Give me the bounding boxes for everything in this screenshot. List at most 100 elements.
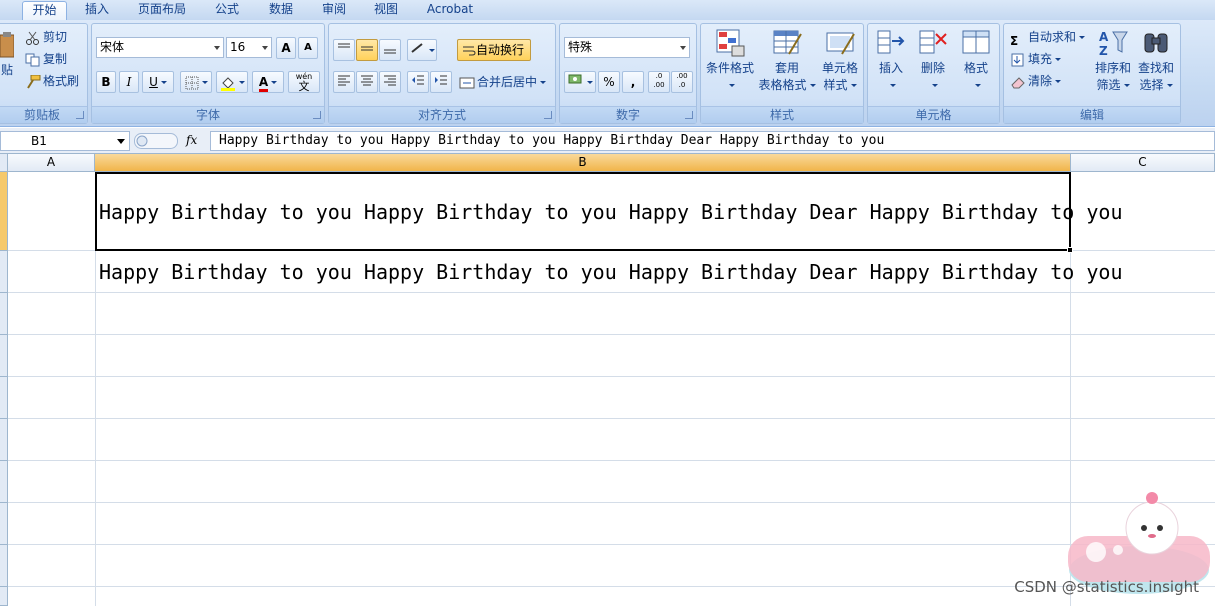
alignment-launcher-icon[interactable]: [544, 111, 552, 119]
name-box[interactable]: B1: [0, 131, 130, 151]
font-launcher-icon[interactable]: [313, 111, 321, 119]
tab-acrobat[interactable]: Acrobat: [418, 1, 482, 20]
row-header-8[interactable]: [0, 503, 8, 545]
chevron-down-icon: [428, 49, 435, 52]
row-header-1[interactable]: [0, 172, 8, 251]
copy-button[interactable]: 复制: [25, 49, 67, 69]
gridline: [8, 376, 1215, 377]
align-right-icon: [384, 75, 396, 86]
sort-filter-button[interactable]: AZ 排序和 筛选: [1092, 28, 1134, 94]
grow-font-label: A: [281, 41, 291, 55]
tab-page-layout[interactable]: 页面布局: [128, 1, 196, 20]
align-right-button[interactable]: [379, 71, 401, 93]
cell-styles-button[interactable]: 单元格 样式: [817, 28, 863, 94]
cell-styles-label-2: 样式: [823, 78, 848, 92]
row-header-9[interactable]: [0, 545, 8, 587]
select-all-corner[interactable]: [0, 154, 8, 172]
tab-home[interactable]: 开始: [22, 1, 67, 20]
paintbrush-icon: [27, 74, 41, 89]
font-color-label: A: [258, 76, 269, 92]
shrink-font-button[interactable]: A: [298, 37, 318, 59]
conditional-formatting-button[interactable]: 条件格式: [703, 28, 757, 94]
align-top-button[interactable]: [333, 39, 355, 61]
chevron-down-icon: [117, 139, 125, 144]
font-color-button[interactable]: A: [252, 71, 284, 93]
currency-button[interactable]: [564, 71, 596, 93]
formula-bar: B1 fx Happy Birthday to you Happy Birthd…: [0, 128, 1215, 154]
increase-decimal-label: .0 .00: [653, 72, 665, 89]
percent-label: %: [603, 75, 615, 89]
grow-font-button[interactable]: A: [276, 37, 296, 59]
percent-button[interactable]: %: [598, 71, 620, 93]
delete-cells-button[interactable]: 删除: [914, 28, 952, 94]
row-header-10[interactable]: [0, 587, 8, 606]
format-painter-button[interactable]: 格式刷: [25, 71, 79, 91]
phonetic-button[interactable]: wén 文: [288, 71, 320, 93]
tab-insert[interactable]: 插入: [74, 1, 120, 20]
cell-b2[interactable]: Happy Birthday to you Happy Birthday to …: [99, 260, 1123, 284]
borders-button[interactable]: [180, 71, 212, 93]
chevron-down-icon: [262, 46, 268, 50]
align-left-icon: [338, 75, 350, 86]
fill-color-button[interactable]: [216, 71, 248, 93]
align-left-button[interactable]: [333, 71, 355, 93]
find-select-button[interactable]: 查找和 选择: [1134, 28, 1178, 94]
merge-center-button[interactable]: 合并后居中: [459, 72, 547, 92]
bold-button[interactable]: B: [96, 71, 116, 93]
wrap-text-button[interactable]: 自动换行: [457, 39, 531, 61]
align-middle-icon: [361, 46, 373, 51]
conditional-formatting-icon: [716, 29, 745, 57]
clear-button[interactable]: 清除: [1010, 71, 1062, 91]
font-family-select[interactable]: 宋体: [96, 37, 224, 58]
chevron-down-icon: [728, 84, 735, 87]
row-header-2[interactable]: [0, 251, 8, 293]
zoom-handle-icon[interactable]: [134, 133, 178, 149]
format-cells-button[interactable]: 格式: [956, 28, 996, 94]
orientation-button[interactable]: [407, 39, 437, 61]
tab-view[interactable]: 视图: [363, 1, 409, 20]
column-header-c[interactable]: C: [1071, 154, 1215, 172]
row-header-6[interactable]: [0, 419, 8, 461]
row-header-5[interactable]: [0, 377, 8, 419]
clipboard-launcher-icon[interactable]: [76, 111, 84, 119]
cut-button[interactable]: 剪切: [25, 27, 67, 47]
number-format-value: 特殊: [568, 40, 593, 54]
decrease-decimal-button[interactable]: .00 .0: [671, 71, 693, 93]
chevron-down-icon: [214, 46, 220, 50]
row-header-4[interactable]: [0, 335, 8, 377]
row-header-3[interactable]: [0, 293, 8, 335]
sort-filter-label-1: 排序和: [1094, 61, 1131, 75]
align-middle-button[interactable]: [356, 39, 378, 61]
format-as-table-label-1: 套用: [774, 61, 799, 75]
align-bottom-button[interactable]: [379, 39, 401, 61]
fill-button[interactable]: 填充: [1010, 49, 1062, 69]
tab-review[interactable]: 审阅: [311, 1, 357, 20]
underline-button[interactable]: U: [142, 71, 174, 93]
insert-cells-button[interactable]: 插入: [872, 28, 910, 94]
fill-handle[interactable]: [1067, 247, 1073, 253]
font-size-select[interactable]: 16: [226, 37, 272, 58]
increase-indent-button[interactable]: [430, 71, 452, 93]
number-format-select[interactable]: 特殊: [564, 37, 690, 58]
autosum-button[interactable]: Σ 自动求和: [1010, 27, 1086, 48]
row-header-7[interactable]: [0, 461, 8, 503]
decrease-decimal-label: .00 .0: [676, 72, 688, 89]
comma-style-button[interactable]: ,: [622, 71, 644, 93]
tab-formulas[interactable]: 公式: [204, 1, 250, 20]
currency-icon: [568, 74, 581, 84]
insert-function-button[interactable]: fx: [186, 133, 197, 147]
format-as-table-button[interactable]: 套用 表格格式: [757, 28, 817, 94]
column-header-b[interactable]: B: [95, 154, 1071, 172]
italic-button[interactable]: I: [119, 71, 139, 93]
paste-button[interactable]: 贴: [0, 32, 17, 79]
number-launcher-icon[interactable]: [685, 111, 693, 119]
tab-data[interactable]: 数据: [258, 1, 304, 20]
align-center-button[interactable]: [356, 71, 378, 93]
gridline: [8, 418, 1215, 419]
column-header-a[interactable]: A: [8, 154, 95, 172]
cell-styles-label-1: 单元格: [821, 61, 858, 75]
increase-decimal-button[interactable]: .0 .00: [648, 71, 670, 93]
formula-input[interactable]: Happy Birthday to you Happy Birthday to …: [210, 131, 1215, 151]
decrease-indent-button[interactable]: [407, 71, 429, 93]
phonetic-char: 文: [298, 80, 310, 93]
